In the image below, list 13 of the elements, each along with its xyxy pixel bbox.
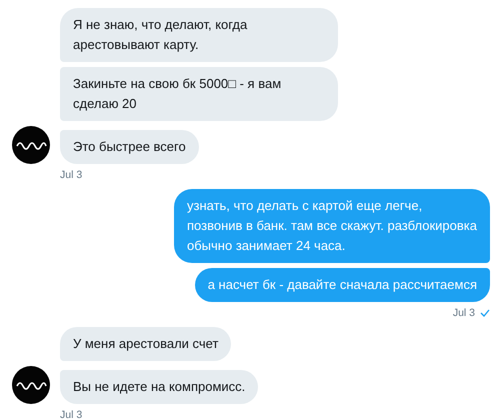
message-bubble: Я не знаю, что делают, когда арестовывают карту. bbox=[60, 8, 338, 62]
avatar-icon[interactable] bbox=[12, 126, 50, 164]
message-bubble: У меня арестовали счет bbox=[60, 327, 232, 361]
message-time: Jul 3 bbox=[60, 169, 82, 181]
message-bubble: Это быстрее всего bbox=[60, 130, 199, 164]
message-bubble: а насчет бк - давайте сначала рассчитаемся bbox=[194, 268, 490, 302]
checkmark-icon bbox=[480, 309, 490, 317]
message-bubble: Закиньте на свою бк 5000□ - я вам сделаю 20 bbox=[60, 67, 338, 121]
message-bubble: узнать, что делать с картой еще легче, позвонив в банк. там все скажут. разблокировка обычно занимает 24 часа. bbox=[174, 189, 490, 263]
message-time: Jul 3 bbox=[60, 409, 82, 420]
message-time: Jul 3 bbox=[452, 307, 475, 319]
message-bubble: Вы не идете на компромисс. bbox=[60, 370, 258, 404]
avatar-icon[interactable] bbox=[12, 366, 50, 404]
